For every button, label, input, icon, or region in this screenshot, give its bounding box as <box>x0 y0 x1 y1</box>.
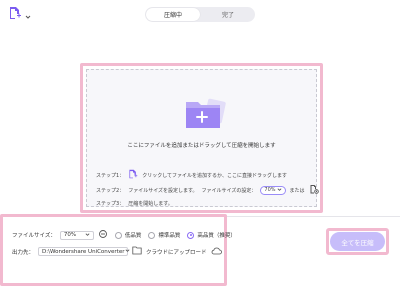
quality-high-option[interactable]: 高品質（推奨） <box>187 231 236 239</box>
quality-standard-radio[interactable] <box>148 231 156 239</box>
file-size-label: ファイルサイズ： <box>12 233 56 239</box>
quality-low-radio[interactable] <box>114 231 122 239</box>
file-size-value: 70% <box>264 187 276 193</box>
step-1-label: ステップ1： <box>96 172 125 179</box>
step-3: ステップ3： 圧縮を開始します。 <box>96 200 173 207</box>
chevron-down-icon <box>277 187 282 194</box>
top-bar: 圧縮中 完了 <box>0 0 400 28</box>
step-1: ステップ1： クリックしてファイルを追加するか、ここに直接ドラッグします <box>96 169 287 181</box>
chevron-down-icon[interactable] <box>25 5 31 24</box>
folder-icon[interactable] <box>132 246 142 257</box>
compress-all-button[interactable]: 全てを圧縮 <box>330 232 385 251</box>
quality-settings-icon[interactable] <box>98 229 108 241</box>
file-settings-icon[interactable] <box>309 184 319 196</box>
output-path-value: D:\Wondershare UniConverter <box>42 248 125 255</box>
quality-high-radio[interactable] <box>187 231 195 239</box>
step-2-text: ファイルサイズを設定します。 <box>128 187 198 194</box>
output-row: 出力先： D:\Wondershare UniConverter クラウドにアッ… <box>12 246 222 257</box>
cloud-upload-label[interactable]: クラウドにアップロード <box>146 248 207 256</box>
quality-high-label: 高品質（推奨） <box>197 233 236 239</box>
add-file-icon[interactable] <box>128 169 138 181</box>
cloud-icon[interactable] <box>211 247 222 257</box>
add-file-icon[interactable] <box>8 5 22 24</box>
file-size-setting-label: ファイルサイズの設定： <box>201 187 257 194</box>
chevron-down-icon <box>85 232 90 239</box>
file-size-row: ファイルサイズ： 70% 低品質 標準品質 高品質（推奨） <box>12 229 236 241</box>
drop-instruction: ここにファイルを追加またはドラッグして圧縮を開始します <box>127 143 276 149</box>
quality-low-option[interactable]: 低品質 <box>114 231 142 239</box>
drop-zone[interactable]: ここにファイルを追加またはドラッグして圧縮を開始します ステップ1： クリックし… <box>86 69 319 207</box>
chevron-down-icon <box>125 248 130 255</box>
status-tabs: 圧縮中 完了 <box>145 7 255 22</box>
drop-zone-highlight: ここにファイルを追加またはドラッグして圧縮を開始します ステップ1： クリックし… <box>80 63 323 213</box>
add-folder-icon[interactable] <box>184 96 226 132</box>
file-size-select-value: 70% <box>63 232 77 238</box>
tab-compressing[interactable]: 圧縮中 <box>146 8 200 21</box>
step-3-label: ステップ3： <box>96 201 125 207</box>
add-file-menu[interactable] <box>8 6 31 22</box>
output-path-select[interactable]: D:\Wondershare UniConverter <box>38 247 130 256</box>
file-size-select-inline[interactable]: 70% <box>260 185 286 195</box>
quality-low-label: 低品質 <box>124 233 142 239</box>
quality-standard-label: 標準品質 <box>158 233 181 239</box>
quality-standard-option[interactable]: 標準品質 <box>148 231 180 239</box>
step-2: ステップ2： ファイルサイズを設定します。 ファイルサイズの設定： 70% また… <box>96 184 319 196</box>
step-3-text: 圧縮を開始します。 <box>128 201 173 207</box>
step-1-text: クリックしてファイルを追加するか、ここに直接ドラッグします <box>142 172 287 179</box>
output-label: 出力先： <box>12 249 35 256</box>
step-2-label: ステップ2： <box>96 187 125 194</box>
file-size-select[interactable]: 70% <box>59 230 94 240</box>
tab-completed[interactable]: 完了 <box>201 7 255 22</box>
or-text: または <box>289 187 305 194</box>
